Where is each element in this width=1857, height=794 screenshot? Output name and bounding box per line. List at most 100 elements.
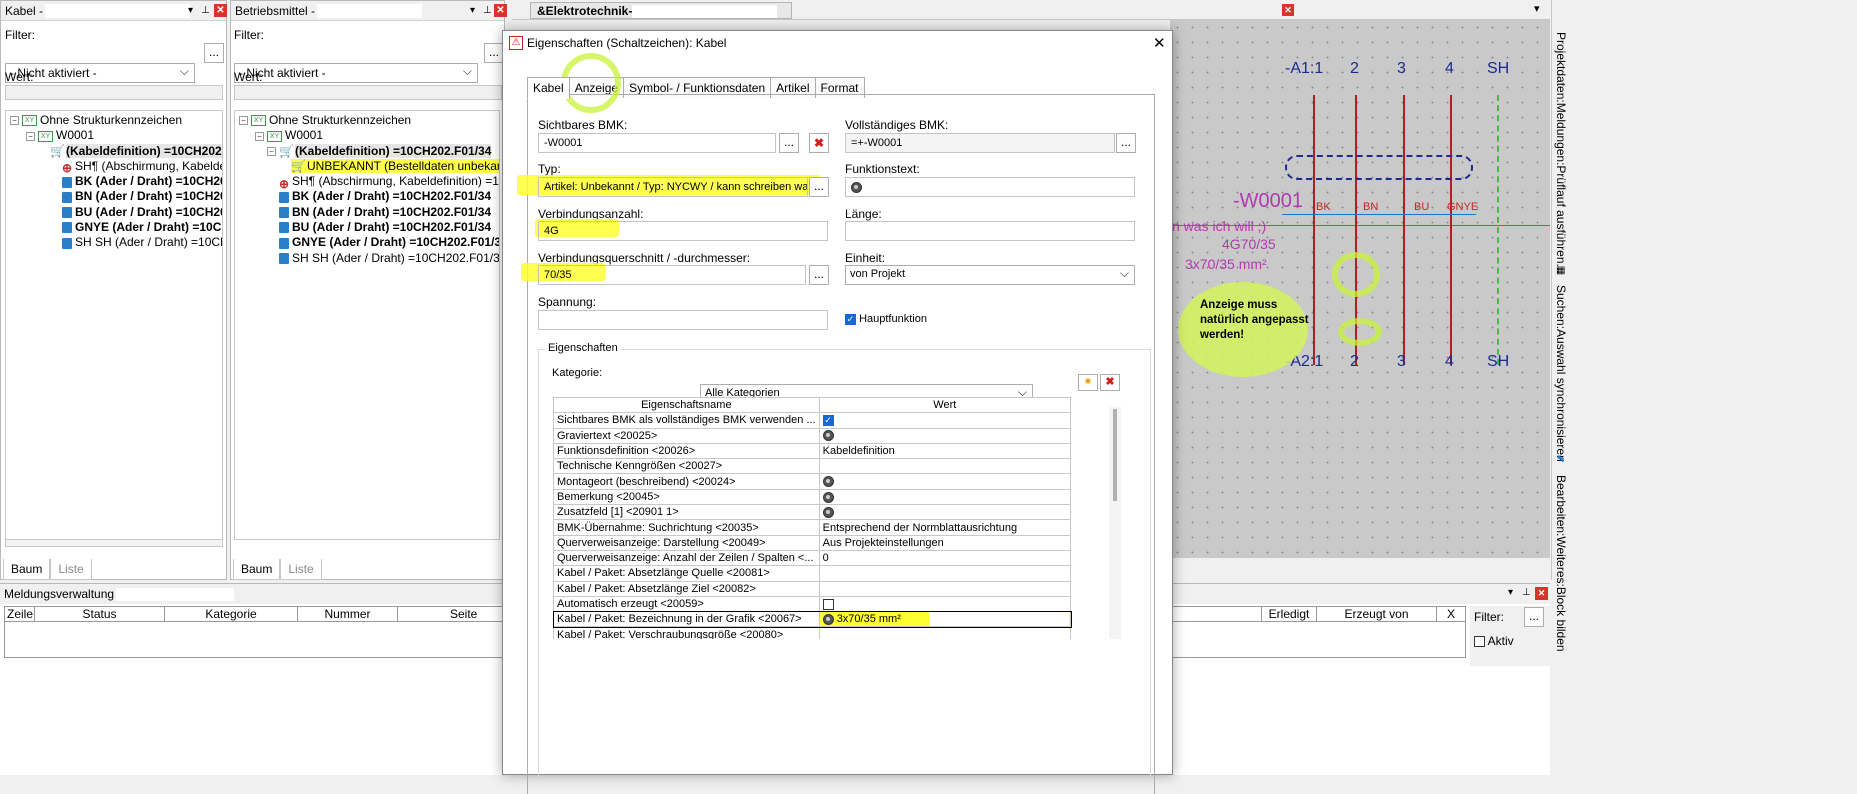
table-row[interactable]: Bemerkung <20045> <box>553 488 1072 506</box>
globe-icon[interactable] <box>851 181 862 193</box>
property-value[interactable] <box>818 504 1072 521</box>
funktionstext-input[interactable] <box>845 177 1135 197</box>
filter-select[interactable]: - Nicht aktiviert - <box>234 63 478 83</box>
tree-node[interactable]: BK (Ader / Draht) =10CH202.F0 <box>10 174 222 189</box>
spannung-input[interactable] <box>538 310 828 330</box>
tab-liste[interactable]: Liste <box>280 559 322 580</box>
value-input[interactable] <box>5 85 223 100</box>
sichtbares-bmk-input[interactable]: -W0001 <box>538 133 776 153</box>
toolbar-pruefung[interactable]: Projektdaten:Meldungen:Prüflauf ausführe… <box>1554 32 1568 274</box>
table-scrollbar[interactable] <box>1109 407 1121 639</box>
toolbar-icon[interactable]: ▦ <box>1556 265 1565 276</box>
delete-icon[interactable]: ✖ <box>809 133 829 153</box>
filter-more-button[interactable]: ... <box>484 43 504 63</box>
table-row[interactable]: Querverweisanzeige: Anzahl der Zeilen / … <box>553 549 1072 567</box>
wire-4[interactable] <box>1450 95 1452 365</box>
table-row[interactable]: BMK-Übernahme: Suchrichtung <20035> Entsp… <box>553 519 1072 536</box>
new-property-icon[interactable]: ✷ <box>1078 374 1098 391</box>
close-icon[interactable]: ✕ <box>214 4 227 17</box>
col-erledigt[interactable]: Erledigt <box>1262 607 1317 621</box>
wire-3[interactable] <box>1403 95 1405 365</box>
querschnitt-more[interactable]: ... <box>809 265 829 285</box>
filter-select[interactable]: - Nicht aktiviert - <box>5 63 195 83</box>
vollst-bmk-input[interactable]: =+-W0001 <box>845 133 1115 153</box>
table-row[interactable]: Automatisch erzeugt <20059> <box>553 595 1072 613</box>
property-value[interactable] <box>818 580 1072 597</box>
property-value[interactable]: 0 <box>818 549 1072 567</box>
table-row[interactable]: Montageort (beschreibend) <20024> <box>553 473 1072 490</box>
delete-property-icon[interactable]: ✖ <box>1100 374 1120 391</box>
laenge-input[interactable] <box>845 221 1135 241</box>
typ-input[interactable]: Artikel: Unbekannt / Typ: NYCWY / kann s… <box>538 177 808 197</box>
tree-node[interactable]: ⊕SH¶ (Abschirmung, Kabeldefinitio <box>10 159 222 175</box>
col-x[interactable]: X <box>1437 607 1465 621</box>
col-erzeugt-von[interactable]: Erzeugt von <box>1317 607 1437 621</box>
property-value[interactable] <box>818 458 1072 475</box>
table-row[interactable]: Zusatzfeld [1] <20901 1> <box>553 504 1072 521</box>
dropdown-icon[interactable]: ▾ <box>466 4 479 17</box>
col-nummer[interactable]: Nummer <box>298 607 398 621</box>
table-row[interactable]: Sichtbares BMK als vollständiges BMK ver… <box>553 412 1072 429</box>
tree-node[interactable]: BU (Ader / Draht) =10CH202.F0 <box>10 205 222 220</box>
tree-node[interactable]: GNYE (Ader / Draht) =10CH202. <box>10 220 222 235</box>
tree-node[interactable]: GNYE (Ader / Draht) =10CH202.F01/34 <box>239 235 499 250</box>
tree-node[interactable]: − XY W0001 <box>239 128 499 143</box>
table-row[interactable]: Funktionsdefinition <20026> Kabeldefiniti… <box>553 442 1072 460</box>
property-value[interactable]: Entsprechend der Normblattausrichtung <box>818 519 1072 536</box>
tree-node[interactable]: SH SH (Ader / Draht) =10CH202.F <box>10 235 222 250</box>
property-value[interactable]: ✓ <box>818 412 1072 429</box>
tab-list-dropdown-icon[interactable]: ▾ <box>1534 2 1540 15</box>
table-row[interactable]: Graviertext <20025> <box>553 427 1072 444</box>
cable-tree[interactable]: − XY Ohne Strukturkennzeichen − XY W0001 🛒(K… <box>5 110 223 540</box>
globe-icon[interactable] <box>822 506 834 518</box>
tab-close-icon[interactable]: ✕ <box>1282 4 1294 16</box>
horizontal-scrollbar[interactable] <box>5 539 223 547</box>
tree-node[interactable]: 🛒UNBEKANNT (Bestelldaten unbekannt <box>239 158 499 174</box>
pin-icon[interactable]: ⊥ <box>199 4 212 17</box>
table-row[interactable]: Kabel / Paket: Verschraubungsgröße <2008… <box>553 626 1072 639</box>
dialog-close-button[interactable]: ✕ <box>1153 34 1166 52</box>
cable-symbol[interactable] <box>1285 155 1473 180</box>
property-value[interactable]: Kabeldefinition <box>818 442 1072 460</box>
schematic-canvas[interactable]: -A1:1 2 3 4 SH -W0001 n was ich will ;) … <box>1170 20 1550 558</box>
col-wert[interactable]: Wert <box>818 397 1072 414</box>
globe-icon[interactable] <box>822 613 834 625</box>
dropdown-icon[interactable]: ▾ <box>1508 587 1513 598</box>
property-value[interactable] <box>818 565 1072 582</box>
globe-icon[interactable] <box>822 491 834 503</box>
globe-icon[interactable] <box>822 476 834 488</box>
toolbar-block-bilden[interactable]: Bearbeiten:Weiteres:Block bilden <box>1554 475 1568 652</box>
typ-more[interactable]: ... <box>809 177 829 197</box>
tab-elektrotechnik[interactable]: &Elektrotechnik- <box>530 2 792 19</box>
verbindungsanzahl-input[interactable]: 4G <box>538 221 828 241</box>
col-eigenschaftsname[interactable]: Eigenschaftsname <box>553 397 820 414</box>
querschnitt-input[interactable]: 70/35 <box>538 265 806 285</box>
cable-connection-line[interactable] <box>1282 214 1476 215</box>
vollst-bmk-more[interactable]: ... <box>1116 133 1136 153</box>
aktiv-checkbox[interactable]: Aktiv <box>1474 634 1514 648</box>
tree-node[interactable]: − XY Ohne Strukturkennzeichen <box>10 113 222 128</box>
property-value[interactable]: 3x70/35 mm² <box>818 611 1072 628</box>
tree-node[interactable]: BK (Ader / Draht) =10CH202.F01/34 <box>239 189 499 204</box>
table-row[interactable]: Kabel / Paket: Bezeichnung in der Grafik… <box>553 610 1072 628</box>
table-row[interactable]: Technische Kenngrößen <20027> <box>553 458 1072 475</box>
tree-node[interactable]: − 🛒(Kabeldefinition) =10CH202.F01/34 <box>239 143 499 159</box>
table-row[interactable]: Kabel / Paket: Absetzlänge Ziel <20082> <box>553 580 1072 597</box>
pin-icon[interactable]: ⊥ <box>1522 587 1531 598</box>
toolbar-synchronisieren[interactable]: Suchen:Auswahl synchronisieren <box>1554 285 1568 462</box>
tree-node[interactable]: ⊕ SH¶ (Abschirmung, Kabeldefinition) =10C… <box>239 174 499 190</box>
tree-node[interactable]: BN (Ader / Draht) =10CH202.F0 <box>10 189 222 204</box>
filter-more-button[interactable]: ... <box>204 43 224 63</box>
property-value[interactable] <box>818 427 1072 444</box>
equipment-tree[interactable]: − XY Ohne Strukturkennzeichen − XY W0001 − 🛒(… <box>234 110 500 540</box>
table-row[interactable]: Querverweisanzeige: Darstellung <20049> A… <box>553 534 1072 551</box>
tree-node[interactable]: − XY Ohne Strukturkennzeichen <box>239 113 499 128</box>
tree-node[interactable]: − XY W0001 <box>10 128 222 143</box>
property-value[interactable] <box>818 595 1072 613</box>
tree-node[interactable]: BN (Ader / Draht) =10CH202.F01/34 <box>239 205 499 220</box>
pin-icon[interactable]: ⊥ <box>481 4 494 17</box>
messages-filter-more[interactable]: ... <box>1524 607 1544 627</box>
dropdown-icon[interactable]: ▾ <box>184 4 197 17</box>
property-value[interactable] <box>818 626 1072 639</box>
wire-shield[interactable] <box>1497 95 1499 365</box>
